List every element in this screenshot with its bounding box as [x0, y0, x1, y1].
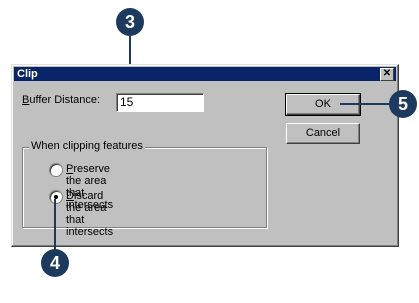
- discard-radio[interactable]: [49, 190, 63, 204]
- callout-5: 5: [389, 90, 417, 118]
- buffer-distance-input[interactable]: 15: [116, 93, 204, 112]
- discard-label: Discard the area that intersects: [66, 190, 113, 238]
- buffer-label-text: uffer Distance:: [29, 94, 101, 106]
- callout-3: 3: [116, 8, 144, 36]
- callout-4: 4: [41, 249, 69, 277]
- ok-button-label: OK: [315, 98, 331, 110]
- callout-4-leader: [54, 199, 56, 251]
- close-icon: ✕: [382, 68, 392, 79]
- clipping-options-group: When clipping features Preserve the area…: [22, 140, 267, 238]
- title-bar[interactable]: Clip ✕: [14, 67, 396, 81]
- cancel-button[interactable]: Cancel: [286, 123, 360, 144]
- cancel-button-label: Cancel: [305, 127, 341, 139]
- callout-5-label: 5: [397, 93, 408, 114]
- group-label: When clipping features: [29, 140, 145, 152]
- buffer-distance-label: Buffer Distance:: [22, 94, 100, 106]
- discard-accel: D: [66, 190, 74, 202]
- callout-4-label: 4: [49, 252, 60, 273]
- buffer-distance-value: 15: [120, 95, 134, 109]
- preserve-radio[interactable]: [49, 163, 63, 177]
- close-button[interactable]: ✕: [380, 68, 394, 81]
- discard-text: iscard the area that intersects: [66, 190, 114, 238]
- clip-dialog: Clip ✕ Buffer Distance: 15 OK Cancel Whe…: [11, 64, 399, 247]
- callout-3-label: 3: [124, 11, 135, 32]
- dialog-title: Clip: [17, 68, 38, 80]
- callout-5-leader: [340, 103, 392, 105]
